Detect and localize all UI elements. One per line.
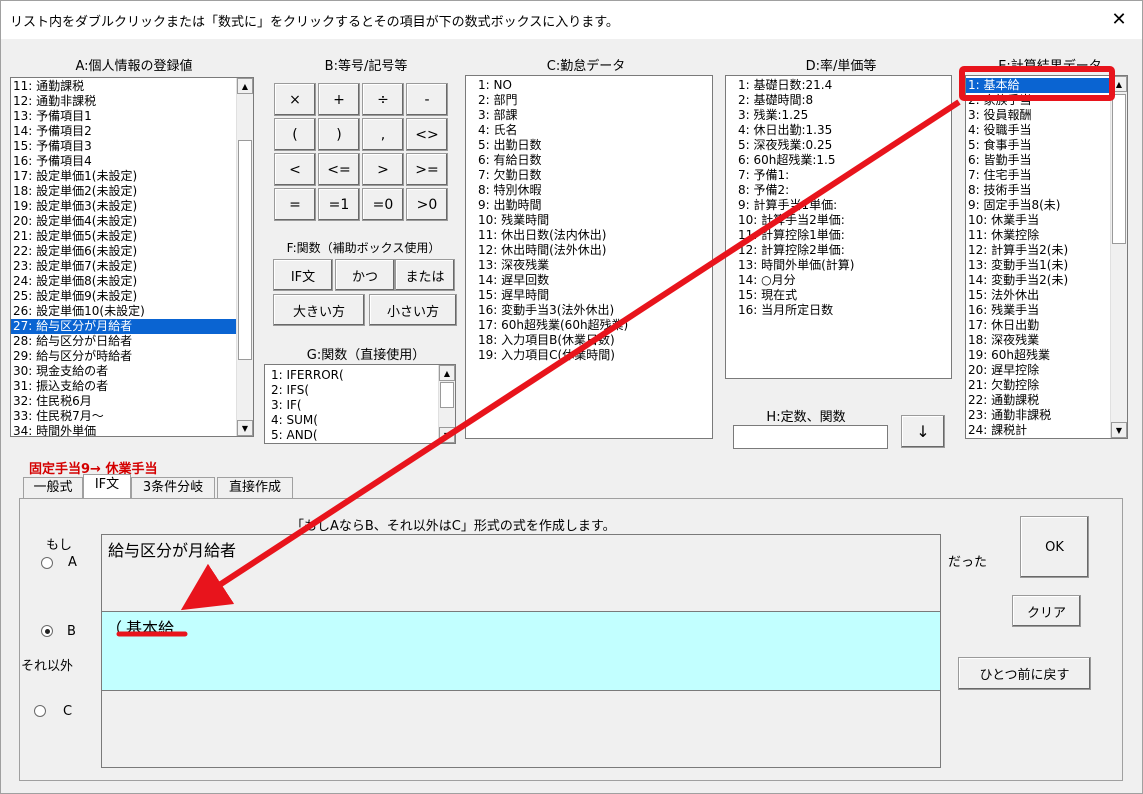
highlight-box bbox=[959, 66, 1115, 101]
annotation-arrow bbox=[180, 99, 961, 611]
annotation-overlay bbox=[116, 66, 1115, 637]
formula-dialog: リスト内をダブルクリックまたは「数式に」をクリックするとその項目が下の数式ボック… bbox=[0, 0, 1143, 794]
